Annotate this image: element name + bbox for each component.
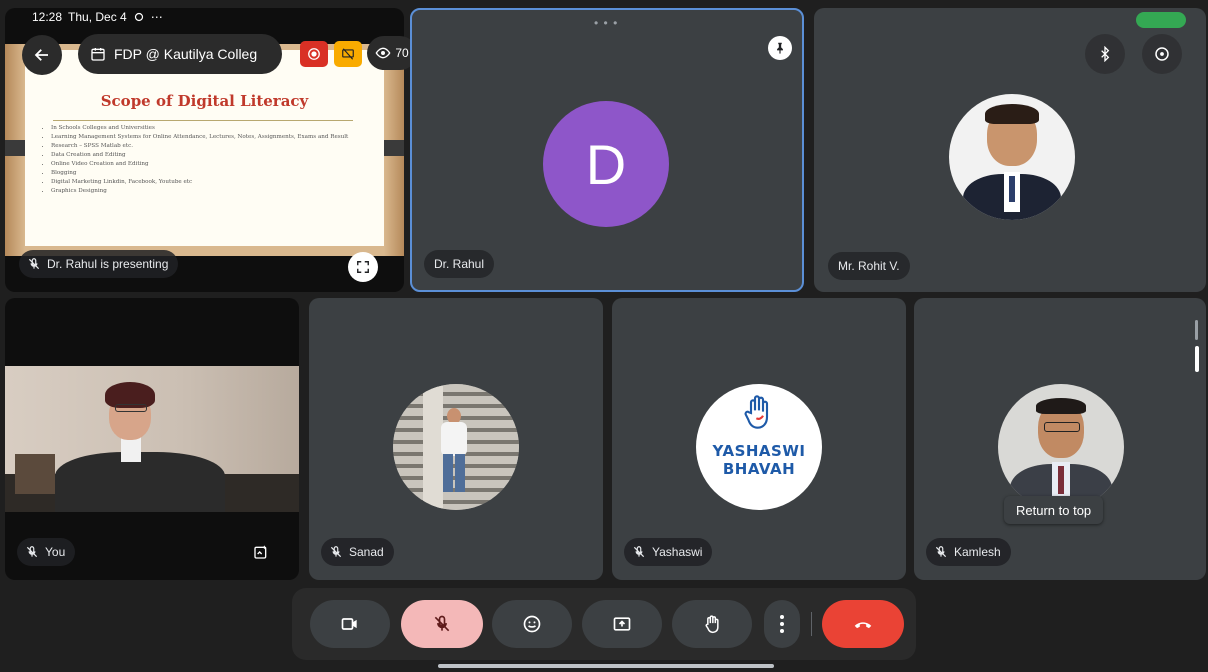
self-video xyxy=(5,366,299,512)
status-time: 12:28 xyxy=(32,10,63,24)
sync-icon xyxy=(134,12,143,22)
hand-logo-icon xyxy=(744,395,769,429)
fullscreen-icon xyxy=(357,261,369,273)
camera-on-indicator xyxy=(1136,12,1186,28)
avatar-photo xyxy=(949,94,1075,220)
mic-off-icon xyxy=(330,546,342,558)
participant-name: Yashaswi xyxy=(652,545,703,559)
participant-name: Mr. Rohit V. xyxy=(838,259,900,273)
raise-hand-button[interactable] xyxy=(672,600,752,648)
camera-button[interactable] xyxy=(310,600,390,648)
effects-button[interactable] xyxy=(249,540,273,564)
participant-name-chip: You xyxy=(17,538,76,566)
emoji-icon xyxy=(523,615,541,633)
presenting-chip: Dr. Rahul is presenting xyxy=(19,250,179,278)
slide-bullet: In Schools Colleges and Universities xyxy=(51,124,371,133)
status-more: ⋯ xyxy=(150,10,163,24)
slide-bullet: Blogging xyxy=(51,169,371,178)
mic-button[interactable] xyxy=(401,600,483,648)
present-button[interactable] xyxy=(582,600,662,648)
effects-icon xyxy=(254,545,267,559)
participant-tile-yashaswi[interactable]: YASHASWI BHAVAH Yashaswi xyxy=(612,298,906,580)
participant-name-chip: Mr. Rohit V. xyxy=(828,252,910,280)
back-button[interactable] xyxy=(22,35,62,75)
status-bar: 12:28 Thu, Dec 4 ⋯ xyxy=(32,10,163,24)
participant-name: Sanad xyxy=(349,545,384,559)
pin-icon xyxy=(777,42,783,54)
bluetooth-icon xyxy=(1101,46,1110,62)
return-to-top-tooltip[interactable]: Return to top xyxy=(1004,496,1104,524)
end-call-button[interactable] xyxy=(822,600,904,648)
eye-icon xyxy=(375,47,391,59)
meeting-title: FDP @ Kautilya Colleg xyxy=(114,46,258,62)
scrollbar-thumb[interactable] xyxy=(1195,346,1199,372)
participant-name: Dr. Rahul xyxy=(434,257,485,271)
more-vertical-icon xyxy=(780,615,784,633)
slide: Scope of Digital Literacy In Schools Col… xyxy=(5,44,404,256)
scrollbar-track[interactable] xyxy=(1195,320,1198,340)
mic-off-icon xyxy=(26,546,38,558)
return-to-top-label: Return to top xyxy=(1016,502,1092,518)
end-call-icon xyxy=(854,622,872,629)
avatar-photo xyxy=(393,384,519,510)
more-options-button[interactable] xyxy=(764,600,800,648)
home-indicator[interactable] xyxy=(438,664,774,668)
arrow-left-icon xyxy=(34,49,48,61)
status-date: Thu, Dec 4 xyxy=(68,10,127,24)
avatar-photo xyxy=(998,384,1124,510)
no-screenshare-indicator[interactable] xyxy=(334,41,362,67)
slide-title: Scope of Digital Literacy xyxy=(100,92,309,110)
participant-tile-sanad[interactable]: Sanad xyxy=(309,298,603,580)
logo-line-2: BHAVAH xyxy=(722,460,796,478)
mic-off-icon xyxy=(633,546,645,558)
tile-drag-dots: • • • xyxy=(594,16,619,30)
switch-camera-icon xyxy=(1155,47,1169,61)
avatar-initial: D xyxy=(543,101,669,227)
viewers-count: 70 xyxy=(395,46,409,60)
participant-name-chip: Kamlesh xyxy=(926,538,1011,566)
avatar-logo: YASHASWI BHAVAH xyxy=(696,384,822,510)
bluetooth-button[interactable] xyxy=(1085,34,1125,74)
slide-bullet: Graphics Designing xyxy=(51,187,371,196)
no-screenshare-icon xyxy=(342,48,354,60)
recording-indicator[interactable] xyxy=(300,41,328,67)
participant-name: You xyxy=(45,545,66,559)
mic-off-icon xyxy=(28,258,40,270)
logo-line-1: YASHASWI xyxy=(712,442,806,460)
record-icon xyxy=(308,48,320,60)
participant-name-chip: Sanad xyxy=(321,538,394,566)
calendar-icon xyxy=(91,48,105,61)
slide-bullet: Online Video Creation and Editing xyxy=(51,160,371,169)
slide-bullet-list: In Schools Colleges and UniversitiesLear… xyxy=(41,124,371,196)
participant-tile-you[interactable]: You xyxy=(5,298,299,580)
avatar-initial-letter: D xyxy=(585,132,627,196)
control-divider xyxy=(811,612,812,636)
slide-bullet: Data Creation and Editing xyxy=(51,151,371,160)
video-camera-icon xyxy=(341,618,357,630)
slide-bullet: Research – SPSS Matlab etc. xyxy=(51,142,371,151)
raise-hand-icon xyxy=(705,615,719,634)
participant-name-chip: Yashaswi xyxy=(624,538,713,566)
emoji-button[interactable] xyxy=(492,600,572,648)
meeting-title-chip[interactable]: FDP @ Kautilya Colleg xyxy=(78,34,282,74)
participant-tile-rohit[interactable]: Mr. Rohit V. xyxy=(814,8,1206,292)
present-screen-icon xyxy=(613,617,631,631)
mic-off-icon xyxy=(434,615,450,632)
pin-button[interactable] xyxy=(768,36,792,60)
participant-name-chip: Dr. Rahul xyxy=(424,250,495,278)
fullscreen-button[interactable] xyxy=(348,252,378,282)
switch-camera-button[interactable] xyxy=(1142,34,1182,74)
participant-tile-dr-rahul[interactable]: • • • D Dr. Rahul xyxy=(410,8,804,292)
mic-off-icon xyxy=(935,546,947,558)
presenting-label: Dr. Rahul is presenting xyxy=(47,257,169,271)
participant-name: Kamlesh xyxy=(954,545,1001,559)
slide-bullet: Digital Marketing Linkdin, Facebook, You… xyxy=(51,178,371,187)
participant-tile-kamlesh[interactable]: Return to top Kamlesh xyxy=(914,298,1206,580)
slide-bullet: Learning Management Systems for Online A… xyxy=(51,133,371,142)
